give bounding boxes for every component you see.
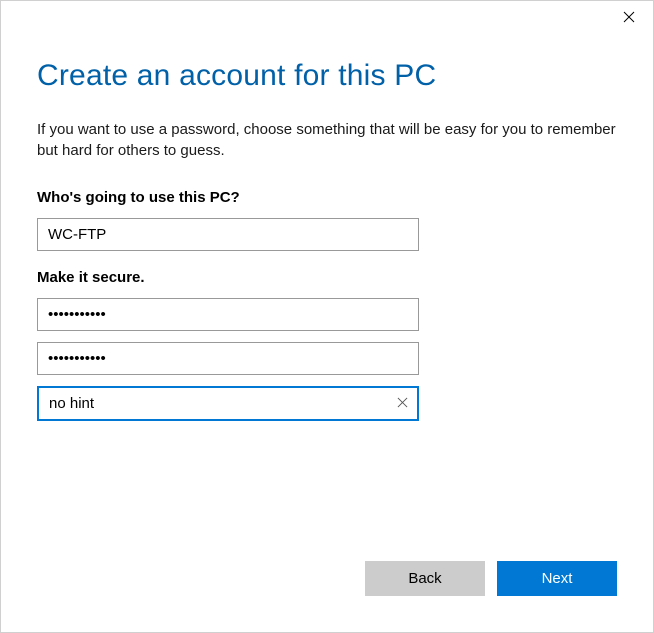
hint-field-wrap bbox=[37, 386, 419, 421]
clear-icon bbox=[397, 396, 408, 411]
who-section-label: Who's going to use this PC? bbox=[37, 189, 617, 206]
close-icon bbox=[623, 10, 635, 28]
back-button[interactable]: Back bbox=[365, 561, 485, 596]
create-account-window: Create an account for this PC If you wan… bbox=[0, 0, 654, 633]
page-title: Create an account for this PC bbox=[37, 59, 617, 93]
next-button[interactable]: Next bbox=[497, 561, 617, 596]
username-input[interactable] bbox=[37, 218, 419, 251]
close-button[interactable] bbox=[617, 7, 641, 31]
footer-buttons: Back Next bbox=[365, 561, 617, 596]
password-input[interactable] bbox=[37, 298, 419, 331]
clear-hint-button[interactable] bbox=[389, 391, 415, 417]
content-area: Create an account for this PC If you wan… bbox=[1, 1, 653, 421]
secure-section-label: Make it secure. bbox=[37, 269, 617, 286]
password-hint-input[interactable] bbox=[37, 386, 419, 421]
confirm-password-input[interactable] bbox=[37, 342, 419, 375]
page-subtitle: If you want to use a password, choose so… bbox=[37, 119, 617, 161]
